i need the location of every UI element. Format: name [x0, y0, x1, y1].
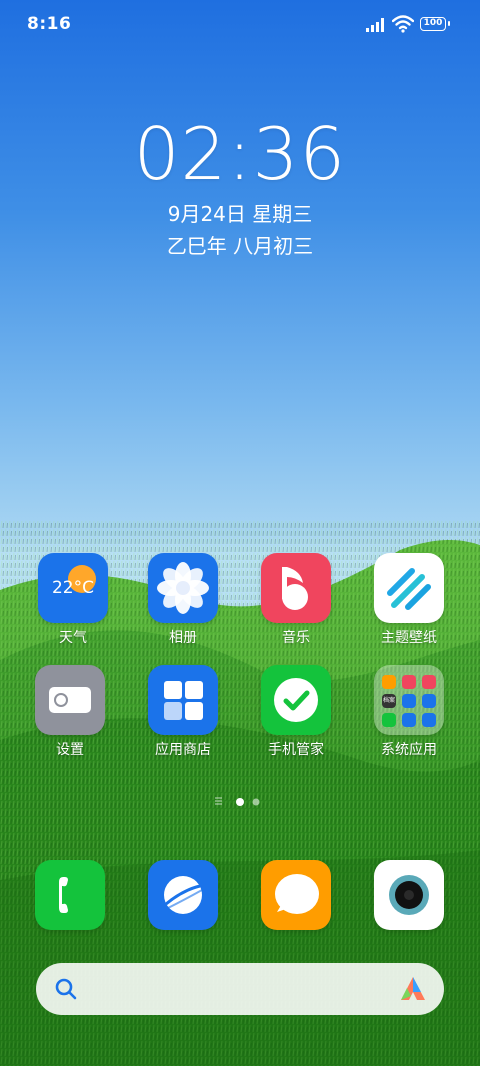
folder-system-apps[interactable]: 档案 系统应用: [364, 665, 454, 759]
dock-camera[interactable]: [364, 860, 454, 930]
app-store-icon: [148, 665, 218, 735]
themes-icon: [374, 553, 444, 623]
music-icon: [261, 553, 331, 623]
page-dot-active: [236, 798, 244, 806]
gallery-icon: [148, 553, 218, 623]
battery-icon: 100: [420, 17, 450, 31]
security-icon: [261, 665, 331, 735]
wifi-icon: [392, 15, 414, 33]
folder-mini-label: 档案: [382, 694, 396, 708]
page-dot: [252, 798, 260, 806]
status-time: 8:16: [27, 14, 72, 34]
clock-widget-date: 9月24日 星期三: [167, 202, 313, 226]
dock-browser[interactable]: [138, 860, 228, 930]
app-gallery[interactable]: 相册: [138, 553, 228, 647]
app-label: 设置: [56, 742, 84, 758]
browser-icon: [148, 860, 218, 930]
page-list-icon: [215, 797, 222, 805]
clock-widget-lunar: 乙巳年 八月初三: [166, 234, 314, 258]
search-icon: [55, 978, 77, 1000]
dock-phone[interactable]: [25, 860, 115, 930]
app-settings[interactable]: 设置: [25, 665, 115, 759]
status-bar: 8:16 100: [0, 0, 480, 48]
settings-icon: [35, 665, 105, 735]
app-store[interactable]: 应用商店: [138, 665, 228, 759]
weather-temp: 22°C: [51, 578, 94, 598]
messages-icon: [261, 860, 331, 930]
app-weather[interactable]: 22°C 天气: [28, 553, 118, 647]
dock-messages[interactable]: [251, 860, 341, 930]
app-music[interactable]: 音乐: [251, 553, 341, 647]
folder-icon: 档案: [374, 665, 444, 735]
phone-icon: [35, 860, 105, 930]
weather-icon: 22°C: [38, 553, 108, 623]
assistant-icon[interactable]: [398, 974, 428, 1004]
clock-widget-time[interactable]: 02:36: [0, 112, 480, 196]
camera-icon: [374, 860, 444, 930]
page-indicator[interactable]: [212, 796, 272, 808]
app-themes[interactable]: 主题壁纸: [364, 553, 454, 647]
signal-icon: [366, 18, 384, 32]
app-label: 主题壁纸: [381, 630, 437, 646]
app-label: 音乐: [282, 630, 310, 646]
app-label: 系统应用: [381, 742, 437, 758]
app-label: 相册: [169, 630, 197, 646]
app-label: 应用商店: [155, 742, 211, 758]
app-label: 手机管家: [268, 742, 324, 758]
app-security[interactable]: 手机管家: [251, 665, 341, 759]
app-label: 天气: [59, 630, 87, 646]
search-bar[interactable]: [36, 963, 444, 1015]
